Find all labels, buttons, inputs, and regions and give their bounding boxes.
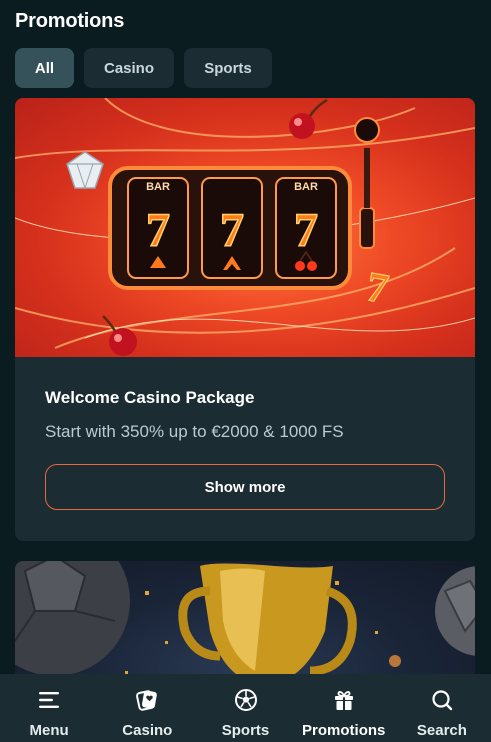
cherry-icon bbox=[289, 98, 328, 139]
svg-text:7: 7 bbox=[363, 264, 392, 313]
tab-all[interactable]: All bbox=[15, 48, 74, 88]
promotion-title: Welcome Casino Package bbox=[45, 388, 255, 407]
svg-text:7: 7 bbox=[146, 204, 170, 257]
gift-icon bbox=[334, 691, 353, 710]
nav-item-menu[interactable]: Menu bbox=[0, 674, 98, 742]
svg-text:7: 7 bbox=[220, 204, 244, 257]
nav-label: Promotions bbox=[302, 722, 386, 739]
nav-label: Menu bbox=[29, 722, 69, 739]
nav-item-casino[interactable]: Casino bbox=[98, 674, 196, 742]
nav-label: Search bbox=[416, 722, 467, 739]
nav-item-promotions[interactable]: Promotions bbox=[295, 674, 393, 742]
search-icon bbox=[432, 690, 453, 711]
slot-machine-icon: BAR BAR 7 7 7 7 bbox=[15, 98, 475, 356]
promotion-subtitle: Start with 350% up to €2000 & 1000 FS bbox=[45, 422, 344, 441]
soccer-ball-icon bbox=[234, 689, 257, 711]
slot-machine-banner[interactable]: BAR BAR 7 7 7 7 bbox=[15, 98, 475, 357]
bottom-navigation: Menu Casino Sports Promotions Search bbox=[0, 674, 491, 742]
casino-chip-icon bbox=[136, 690, 158, 711]
svg-text:BAR: BAR bbox=[294, 181, 318, 193]
svg-text:7: 7 bbox=[294, 204, 318, 257]
menu-icon bbox=[39, 692, 60, 708]
nav-label: Sports bbox=[221, 722, 270, 739]
promotion-filter-tabs: All Casino Sports bbox=[15, 48, 272, 88]
show-more-button[interactable]: Show more bbox=[45, 464, 445, 510]
diamond-icon bbox=[66, 151, 104, 190]
page-title: Promotions bbox=[15, 10, 125, 32]
svg-text:BAR: BAR bbox=[146, 181, 170, 193]
cherry-icon bbox=[102, 315, 137, 356]
nav-item-sports[interactable]: Sports bbox=[196, 674, 294, 742]
tab-casino[interactable]: Casino bbox=[84, 48, 174, 88]
tab-sports[interactable]: Sports bbox=[184, 48, 272, 88]
nav-label: Casino bbox=[122, 722, 173, 739]
nav-item-search[interactable]: Search bbox=[393, 674, 491, 742]
promotion-card-welcome-casino: BAR BAR 7 7 7 7 Welcome Casino Package S… bbox=[15, 98, 475, 541]
